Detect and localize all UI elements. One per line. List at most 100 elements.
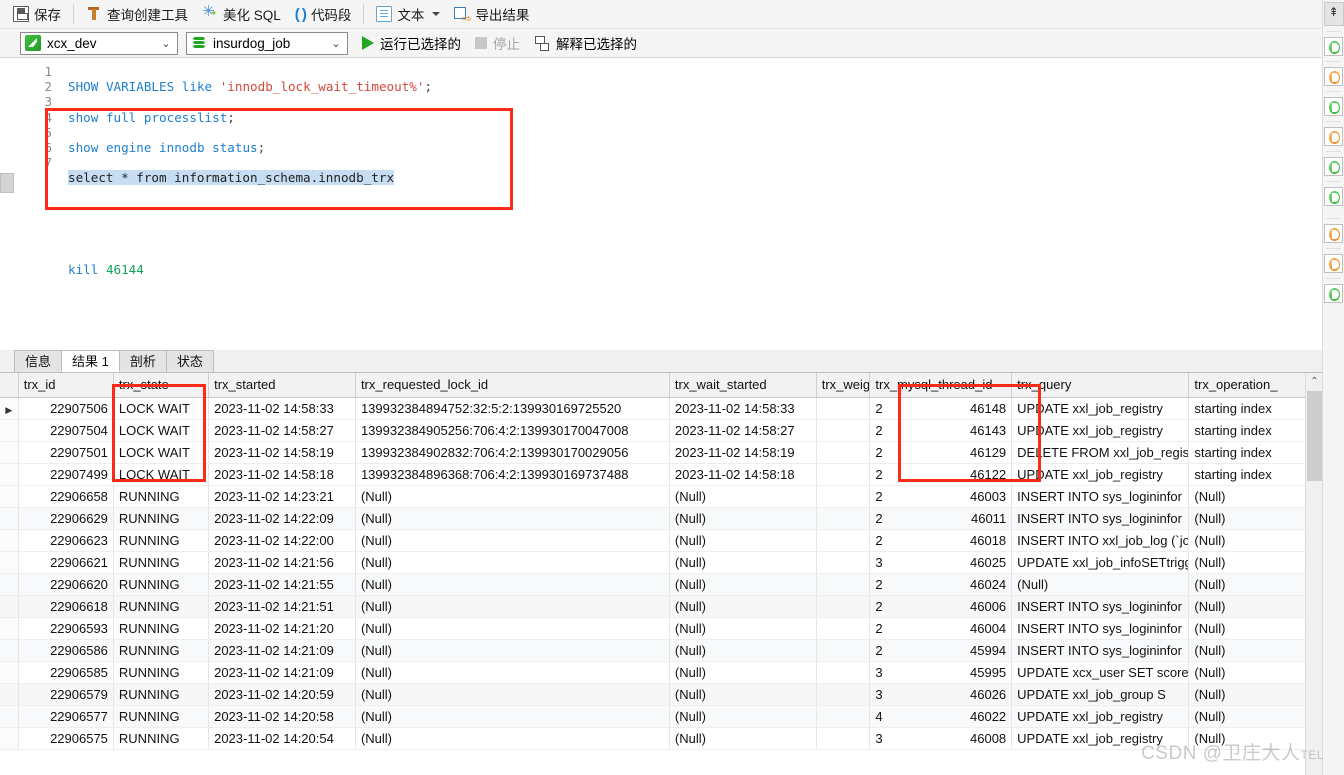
- cell-trx-operation[interactable]: starting index: [1188, 397, 1305, 420]
- row-marker-cell[interactable]: [0, 485, 19, 508]
- row-marker-cell[interactable]: [0, 639, 19, 662]
- cell-trx-query[interactable]: INSERT INTO sys_logininfor: [1011, 639, 1190, 662]
- cell-trx-operation[interactable]: (Null): [1188, 617, 1305, 640]
- tab-info[interactable]: 信息: [14, 350, 63, 372]
- cell-trx-started[interactable]: 2023-11-02 14:20:59: [208, 683, 356, 706]
- cell-trx-mysql-thread-id[interactable]: 2 46024: [869, 573, 1013, 596]
- table-row[interactable]: ▶ 22907506 LOCK WAIT 2023-11-02 14:58:33 139…: [0, 397, 1305, 420]
- panel-collapse-handle[interactable]: [0, 173, 14, 193]
- cell-trx-query[interactable]: INSERT INTO xxl_job_log (`jo: [1011, 529, 1190, 552]
- cell-trx-query[interactable]: (Null): [1011, 573, 1190, 596]
- cell-trx-requested-lock-id[interactable]: (Null): [355, 573, 670, 596]
- row-marker-cell[interactable]: [0, 507, 19, 530]
- cell-trx-operation[interactable]: (Null): [1188, 727, 1305, 750]
- cell-trx-id[interactable]: 22907499: [18, 463, 114, 486]
- table-row[interactable]: 22907504 LOCK WAIT 2023-11-02 14:58:27 1399…: [0, 419, 1305, 442]
- cell-trx-weight[interactable]: [816, 683, 871, 706]
- cell-trx-weight[interactable]: [816, 441, 871, 464]
- cell-trx-id[interactable]: 22907501: [18, 441, 114, 464]
- cell-trx-state[interactable]: RUNNING: [113, 551, 210, 574]
- chevron-down-icon[interactable]: ⌄: [329, 37, 343, 50]
- cell-trx-started[interactable]: 2023-11-02 14:22:00: [208, 529, 356, 552]
- row-marker-cell[interactable]: [0, 705, 19, 728]
- cell-trx-started[interactable]: 2023-11-02 14:21:20: [208, 617, 356, 640]
- cell-trx-id[interactable]: 22906593: [18, 617, 114, 640]
- results-vertical-scrollbar[interactable]: ⌃: [1305, 373, 1323, 775]
- cell-trx-wait-started[interactable]: 2023-11-02 14:58:19: [669, 441, 817, 464]
- cell-trx-id[interactable]: 22907504: [18, 419, 114, 442]
- column-header-trx-state[interactable]: trx_state: [113, 373, 210, 398]
- cell-trx-id[interactable]: 22906621: [18, 551, 114, 574]
- cell-trx-weight[interactable]: [816, 595, 871, 618]
- row-marker-cell[interactable]: [0, 573, 19, 596]
- cell-trx-wait-started[interactable]: (Null): [669, 661, 817, 684]
- tab-status[interactable]: 状态: [165, 350, 214, 372]
- cell-trx-state[interactable]: RUNNING: [113, 595, 210, 618]
- cell-trx-state[interactable]: LOCK WAIT: [113, 441, 210, 464]
- cell-trx-requested-lock-id[interactable]: (Null): [355, 639, 670, 662]
- row-marker-cell[interactable]: [0, 595, 19, 618]
- cell-trx-requested-lock-id[interactable]: 139932384902832:706:4:2:139930170029056: [355, 441, 670, 464]
- cell-trx-weight[interactable]: [816, 573, 871, 596]
- cell-trx-id[interactable]: 22906620: [18, 573, 114, 596]
- cell-trx-requested-lock-id[interactable]: 139932384905256:706:4:2:139930170047008: [355, 419, 670, 442]
- dock-connection-item[interactable]: [1324, 127, 1343, 146]
- cell-trx-wait-started[interactable]: (Null): [669, 617, 817, 640]
- cell-trx-started[interactable]: 2023-11-02 14:58:19: [208, 441, 356, 464]
- column-header-trx-started[interactable]: trx_started: [208, 373, 356, 398]
- cell-trx-requested-lock-id[interactable]: (Null): [355, 551, 670, 574]
- cell-trx-id[interactable]: 22906623: [18, 529, 114, 552]
- cell-trx-requested-lock-id[interactable]: (Null): [355, 705, 670, 728]
- cell-trx-requested-lock-id[interactable]: (Null): [355, 727, 670, 750]
- cell-trx-state[interactable]: RUNNING: [113, 485, 210, 508]
- dock-connection-item[interactable]: [1324, 284, 1343, 303]
- beautify-sql-button[interactable]: 美化 SQL: [195, 2, 288, 27]
- cell-trx-wait-started[interactable]: (Null): [669, 683, 817, 706]
- cell-trx-wait-started[interactable]: (Null): [669, 485, 817, 508]
- cell-trx-started[interactable]: 2023-11-02 14:21:51: [208, 595, 356, 618]
- cell-trx-id[interactable]: 22906575: [18, 727, 114, 750]
- collapse-panel-icon[interactable]: [1323, 2, 1344, 26]
- cell-trx-started[interactable]: 2023-11-02 14:20:58: [208, 705, 356, 728]
- cell-trx-started[interactable]: 2023-11-02 14:21:09: [208, 639, 356, 662]
- cell-trx-mysql-thread-id[interactable]: 2 45994: [869, 639, 1013, 662]
- table-row[interactable]: 22906585 RUNNING 2023-11-02 14:21:09 (Null)…: [0, 661, 1305, 684]
- cell-trx-wait-started[interactable]: (Null): [669, 551, 817, 574]
- cell-trx-state[interactable]: RUNNING: [113, 507, 210, 530]
- editor-code-area[interactable]: SHOW VARIABLES like 'innodb_lock_wait_ti…: [58, 58, 1322, 350]
- cell-trx-requested-lock-id[interactable]: 139932384896368:706:4:2:139930169737488: [355, 463, 670, 486]
- cell-trx-id[interactable]: 22906658: [18, 485, 114, 508]
- column-header-trx-query[interactable]: trx_query: [1011, 373, 1190, 398]
- cell-trx-id[interactable]: 22906579: [18, 683, 114, 706]
- cell-trx-state[interactable]: LOCK WAIT: [113, 419, 210, 442]
- row-marker-cell[interactable]: [0, 661, 19, 684]
- cell-trx-wait-started[interactable]: 2023-11-02 14:58:18: [669, 463, 817, 486]
- cell-trx-operation[interactable]: (Null): [1188, 595, 1305, 618]
- export-result-button[interactable]: 导出结果: [447, 2, 536, 27]
- cell-trx-started[interactable]: 2023-11-02 14:58:27: [208, 419, 356, 442]
- cell-trx-state[interactable]: RUNNING: [113, 683, 210, 706]
- column-header-trx-wait-started[interactable]: trx_wait_started: [669, 373, 817, 398]
- cell-trx-id[interactable]: 22906586: [18, 639, 114, 662]
- cell-trx-operation[interactable]: (Null): [1188, 639, 1305, 662]
- cell-trx-query[interactable]: INSERT INTO sys_logininfor: [1011, 507, 1190, 530]
- cell-trx-operation[interactable]: starting index: [1188, 441, 1305, 464]
- cell-trx-query[interactable]: UPDATE xxl_job_group S: [1011, 683, 1190, 706]
- cell-trx-operation[interactable]: (Null): [1188, 529, 1305, 552]
- cell-trx-id[interactable]: 22906618: [18, 595, 114, 618]
- column-header-trx-mysql-thread-id[interactable]: trx_mysql_thread_id: [869, 373, 1013, 398]
- cell-trx-state[interactable]: LOCK WAIT: [113, 397, 210, 420]
- dock-connection-item[interactable]: [1324, 224, 1343, 243]
- column-header-trx-requested-lock-id[interactable]: trx_requested_lock_id: [355, 373, 670, 398]
- column-header-trx-id[interactable]: trx_id: [18, 373, 114, 398]
- tab-result-1[interactable]: 结果 1: [61, 350, 120, 372]
- table-row[interactable]: 22906618 RUNNING 2023-11-02 14:21:51 (Null)…: [0, 595, 1305, 618]
- cell-trx-weight[interactable]: [816, 397, 871, 420]
- cell-trx-mysql-thread-id[interactable]: 2 46004: [869, 617, 1013, 640]
- cell-trx-operation[interactable]: (Null): [1188, 661, 1305, 684]
- dock-connection-item[interactable]: [1324, 67, 1343, 86]
- cell-trx-state[interactable]: RUNNING: [113, 529, 210, 552]
- cell-trx-mysql-thread-id[interactable]: 3 46008: [869, 727, 1013, 750]
- cell-trx-state[interactable]: RUNNING: [113, 617, 210, 640]
- cell-trx-mysql-thread-id[interactable]: 2 46143: [869, 419, 1013, 442]
